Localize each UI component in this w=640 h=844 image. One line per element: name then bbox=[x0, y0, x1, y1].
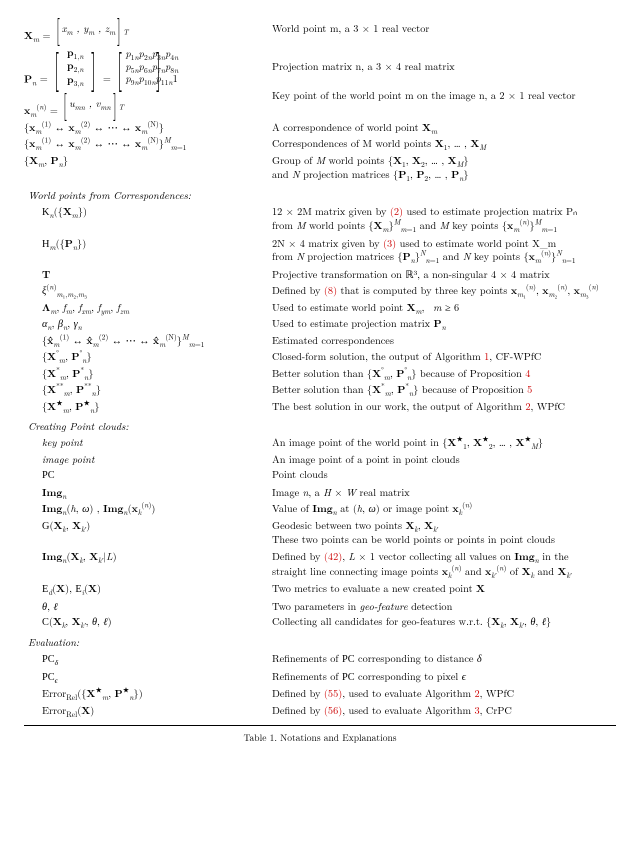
desc-PCd: Refinements of PC corresponding to dista… bbox=[272, 652, 616, 667]
section-eval: Evaluation: bbox=[24, 636, 616, 649]
row-Pn: Pn = [ p1,n p2,n p3,n ] = [ p1np2np3np4n… bbox=[24, 46, 616, 87]
row-Kn: Kn({Xm}) 12 × 2M matrix given by (2) use… bbox=[24, 205, 616, 233]
sym-corr-M: {xm(1) ↔ xm(2) ↔ ⋯ ↔ xm(N)}Mm=1 bbox=[24, 137, 272, 151]
desc-abg: Used to estimate projection matrix Pn bbox=[272, 317, 616, 331]
desc-dstar: Better solution than {X*m, P*n} because … bbox=[272, 383, 616, 397]
sym-circ: {X°m, P°n} bbox=[24, 350, 272, 364]
desc-Geo: Geodesic between two points Xk, Xk′ Thes… bbox=[272, 519, 616, 547]
section-wpfc: World points from Correspondences: bbox=[24, 189, 616, 202]
row-xi: ξ(n)m₁,m₂,m₃ Defined by (8) that is comp… bbox=[24, 284, 616, 298]
sym-xmn: xm(n) = [ umn , vmn ]T bbox=[24, 89, 272, 118]
desc-PC: Point clouds bbox=[272, 468, 616, 481]
desc-EdEi: Two metrics to evaluate a new created po… bbox=[272, 582, 616, 596]
row-xmn: xm(n) = [ umn , vmn ]T Key point of the … bbox=[24, 89, 616, 118]
row-best: {X★m, P★n} The best solution in our work… bbox=[24, 400, 616, 414]
row-star: {X*m, P*n} Better solution than {X°m, P°… bbox=[24, 367, 616, 381]
sym-PC: PC bbox=[24, 468, 272, 483]
sym-keypoint: key point bbox=[24, 436, 272, 449]
sym-Pn: Pn = [ p1,n p2,n p3,n ] = [ p1np2np3np4n… bbox=[24, 46, 272, 87]
sym-xi: ξ(n)m₁,m₂,m₃ bbox=[24, 284, 272, 297]
row-hat: {x̂m(1) ↔ x̂m(2) ↔ ⋯ ↔ x̂m(N)}Mm=1 Estim… bbox=[24, 334, 616, 348]
sym-abg: αn, βn, γn bbox=[24, 317, 272, 330]
sym-T: T bbox=[24, 268, 272, 282]
sym-hat: {x̂m(1) ↔ x̂m(2) ↔ ⋯ ↔ x̂m(N)}Mm=1 bbox=[24, 334, 272, 348]
sym-errrel1: ErrorRel({X★m, P★n}) bbox=[24, 687, 272, 701]
sym-ImgL: Imgn(Xk, Xk′|L) bbox=[24, 550, 272, 564]
row-abg: αn, βn, γn Used to estimate projection m… bbox=[24, 317, 616, 331]
sym-imgpoint: image point bbox=[24, 453, 272, 466]
desc-Hm: 2N × 4 matrix given by (3) used to estim… bbox=[272, 237, 616, 265]
row-EdEi: Ed(X), Ei(X) Two metrics to evaluate a n… bbox=[24, 582, 616, 597]
desc-group: Group of M world points {X1, X2, … , XM}… bbox=[272, 154, 616, 183]
sym-group: {Xm, Pn} bbox=[24, 154, 272, 168]
row-errrel1: ErrorRel({X★m, P★n}) Defined by (55), us… bbox=[24, 687, 616, 701]
row-keypoint: key point An image point of the world po… bbox=[24, 436, 616, 450]
section-pc: Creating Point clouds: bbox=[24, 420, 616, 433]
row-Geo: G(Xk, Xk′) Geodesic between two points X… bbox=[24, 519, 616, 547]
desc-Imghw: Value of Imgn at (h, ω) or image point x… bbox=[272, 502, 616, 516]
row-PC: PC Point clouds bbox=[24, 468, 616, 483]
row-PCe: PCϵ Refinements of PC corresponding to p… bbox=[24, 670, 616, 685]
sym-dstar: {X**m, P**n} bbox=[24, 383, 272, 397]
sym-C: C(Xk, Xk′, θ, ℓ) bbox=[24, 615, 272, 630]
sym-EdEi: Ed(X), Ei(X) bbox=[24, 582, 272, 597]
row-T: T Projective transformation on ℝ³, a non… bbox=[24, 268, 616, 282]
desc-ImgL: Defined by (42), L × 1 vector collecting… bbox=[272, 550, 616, 579]
row-dstar: {X**m, P**n} Better solution than {X*m, … bbox=[24, 383, 616, 397]
desc-corr-M: Correspondences of M world points X1, … … bbox=[272, 137, 616, 151]
sym-Geo: G(Xk, Xk′) bbox=[24, 519, 272, 534]
row-errrel2: ErrorRel(X) Defined by (56), used to eva… bbox=[24, 704, 616, 718]
row-Hm: Hm({Pn}) 2N × 4 matrix given by (3) used… bbox=[24, 237, 616, 265]
desc-theta-ell: Two parameters in geo-feature detection bbox=[272, 600, 616, 613]
row-theta-ell: θ, ℓ Two parameters in geo-feature detec… bbox=[24, 600, 616, 613]
sym-Kn: Kn({Xm}) bbox=[24, 205, 272, 220]
sym-star: {X*m, P*n} bbox=[24, 367, 272, 381]
desc-circ: Closed-form solution, the output of Algo… bbox=[272, 350, 616, 363]
sym-Xm: Xm = [ xm , ym , zm ]T bbox=[24, 14, 272, 43]
sym-errrel2: ErrorRel(X) bbox=[24, 704, 272, 718]
sym-best: {X★m, P★n} bbox=[24, 400, 272, 414]
sym-Imgn: Imgn bbox=[24, 486, 272, 500]
row-Xm: Xm = [ xm , ym , zm ]T World point m, a … bbox=[24, 14, 616, 43]
row-ImgL: Imgn(Xk, Xk′|L) Defined by (42), L × 1 v… bbox=[24, 550, 616, 579]
desc-Kn: 12 × 2M matrix given by (2) used to esti… bbox=[272, 205, 616, 233]
row-PCd: PCδ Refinements of PC corresponding to d… bbox=[24, 652, 616, 667]
desc-xmn: Key point of the world point m on the im… bbox=[272, 89, 616, 102]
desc-Pn: Projection matrix n, a 3 × 4 real matrix bbox=[272, 60, 616, 73]
table-caption: Table 1. Notations and Explanations bbox=[24, 732, 616, 744]
sym-corr-single: {xm(1) ↔ xm(2) ↔ ⋯ ↔ xm(N)} bbox=[24, 121, 272, 135]
sym-PCe: PCϵ bbox=[24, 670, 272, 685]
sym-Hm: Hm({Pn}) bbox=[24, 237, 272, 252]
desc-hat: Estimated correspondences bbox=[272, 334, 616, 347]
row-circ: {X°m, P°n} Closed-form solution, the out… bbox=[24, 350, 616, 364]
row-imgpoint: image point An image point of a point in… bbox=[24, 453, 616, 466]
sym-theta-ell: θ, ℓ bbox=[24, 600, 272, 613]
row-Lambda: Λm, fm, fxm, fym, fzm Used to estimate w… bbox=[24, 301, 616, 315]
desc-C: Collecting all candidates for geo-featur… bbox=[272, 615, 616, 629]
desc-star: Better solution than {X°m, P°n} because … bbox=[272, 367, 616, 381]
row-C: C(Xk, Xk′, θ, ℓ) Collecting all candidat… bbox=[24, 615, 616, 630]
table-rule bbox=[24, 725, 616, 726]
desc-imgpoint: An image point of a point in point cloud… bbox=[272, 453, 616, 466]
desc-Imgn: Image n, a H × W real matrix bbox=[272, 486, 616, 499]
sym-Lambda: Λm, fm, fxm, fym, fzm bbox=[24, 301, 272, 315]
sym-Imghw: Imgn(h, ω) , Imgn(xk(n)) bbox=[24, 502, 272, 516]
desc-Lambda: Used to estimate world point Xm, m ≥ 6 bbox=[272, 301, 616, 315]
desc-Xm: World point m, a 3 × 1 real vector bbox=[272, 22, 616, 35]
desc-xi: Defined by (8) that is computed by three… bbox=[272, 284, 616, 298]
desc-errrel2: Defined by (56), used to evaluate Algori… bbox=[272, 704, 616, 717]
desc-keypoint: An image point of the world point in {X★… bbox=[272, 436, 616, 450]
desc-T: Projective transformation on ℝ³, a non-s… bbox=[272, 268, 616, 281]
desc-best: The best solution in our work, the outpu… bbox=[272, 400, 616, 413]
row-Imghw: Imgn(h, ω) , Imgn(xk(n)) Value of Imgn a… bbox=[24, 502, 616, 516]
row-Imgn: Imgn Image n, a H × W real matrix bbox=[24, 486, 616, 500]
desc-errrel1: Defined by (55), used to evaluate Algori… bbox=[272, 687, 616, 700]
desc-corr-single: A correspondence of world point Xm bbox=[272, 121, 616, 135]
row-group: {Xm, Pn} Group of M world points {X1, X2… bbox=[24, 154, 616, 183]
sym-PCd: PCδ bbox=[24, 652, 272, 667]
desc-PCe: Refinements of PC corresponding to pixel… bbox=[272, 670, 616, 685]
row-corr-M: {xm(1) ↔ xm(2) ↔ ⋯ ↔ xm(N)}Mm=1 Correspo… bbox=[24, 137, 616, 151]
